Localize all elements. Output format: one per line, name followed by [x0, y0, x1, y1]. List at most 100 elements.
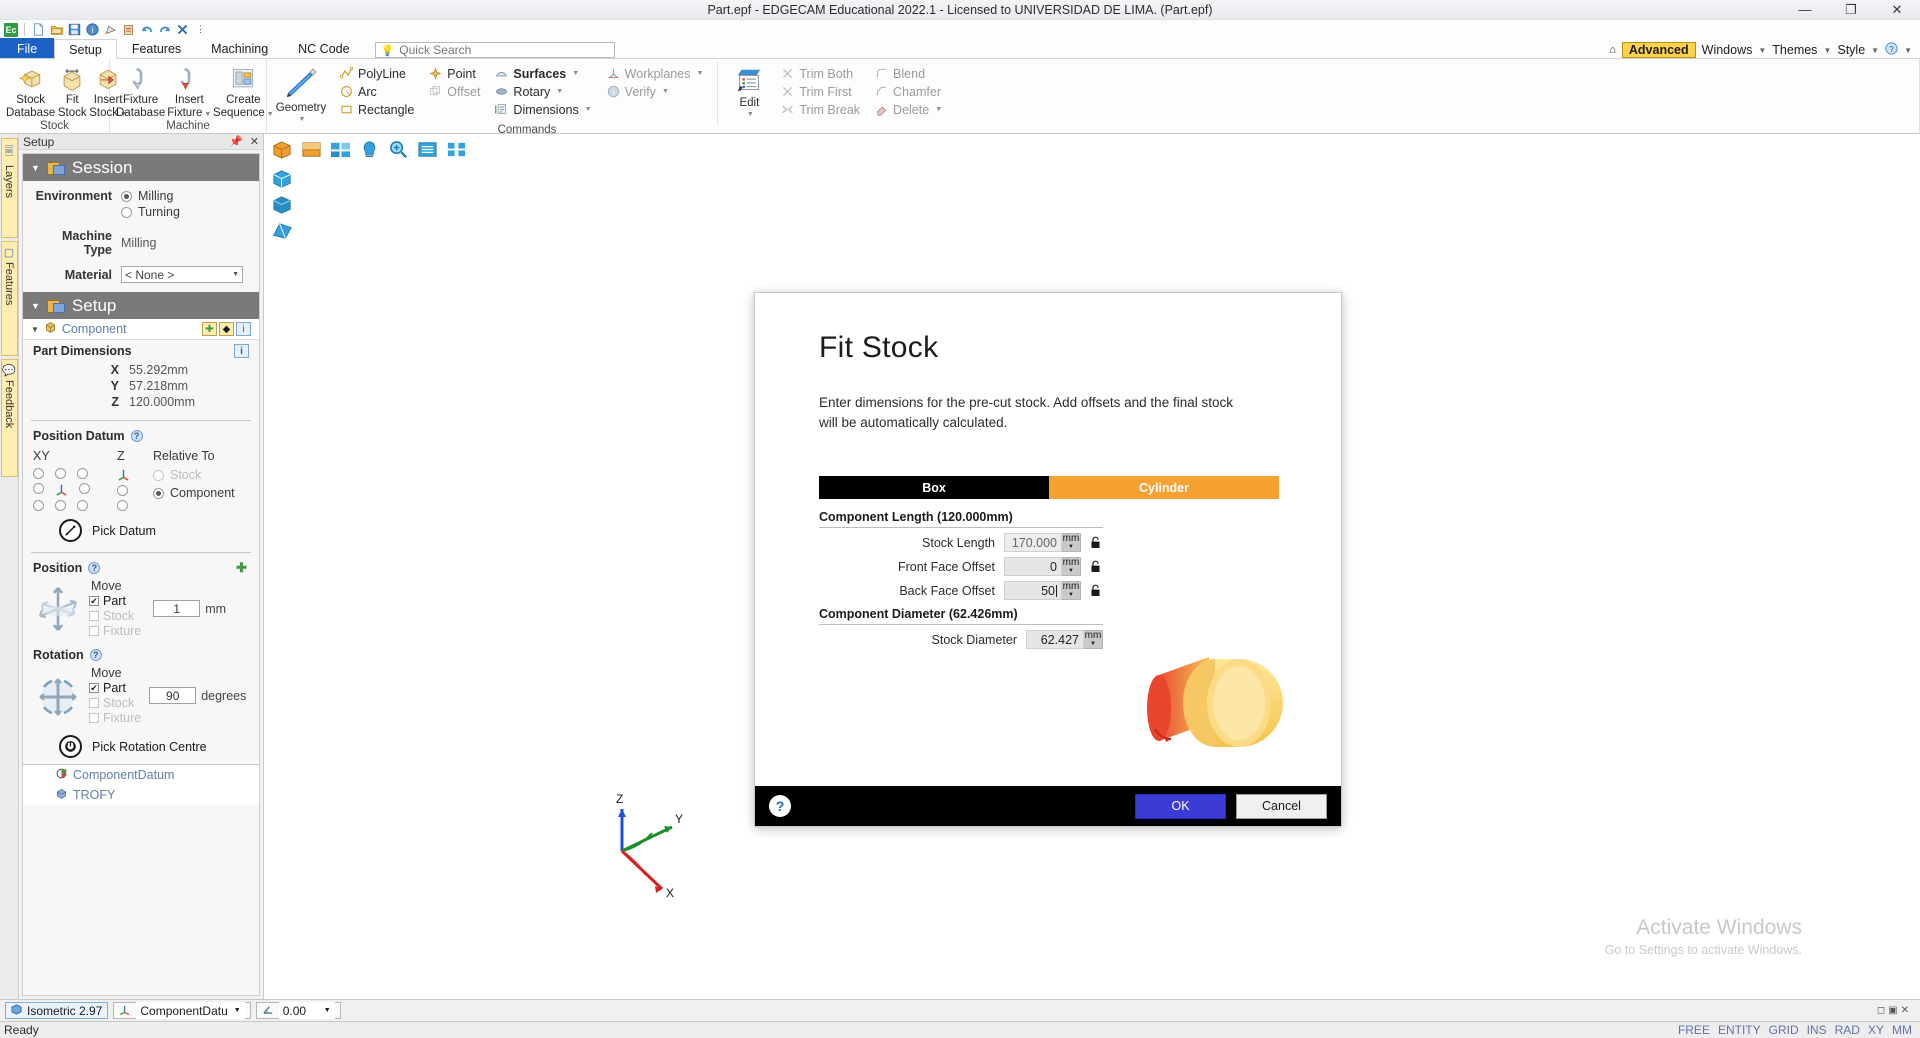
status-ins[interactable]: INS: [1807, 1023, 1827, 1037]
stock-database-button[interactable]: Stock Database: [6, 62, 55, 119]
back-face-offset-unit-chevron-down-icon[interactable]: ▼: [1068, 591, 1074, 600]
stock-length-unit-select[interactable]: mm ▼: [1062, 533, 1081, 553]
save-icon[interactable]: [67, 22, 82, 37]
setup-collapse-chevron-icon[interactable]: ▼: [31, 301, 40, 311]
back-face-offset-lock-icon[interactable]: [1088, 584, 1103, 597]
surfaces-chevron-down-icon[interactable]: ▼: [572, 70, 579, 77]
datum-xy-r1c3[interactable]: [77, 468, 88, 479]
status-xy[interactable]: XY: [1868, 1023, 1884, 1037]
insert-fixture-chevron-down-icon[interactable]: ▼: [204, 111, 211, 118]
create-sequence-button[interactable]: Create Sequence ▼: [213, 62, 274, 120]
setup-section-header[interactable]: ▼ Setup: [23, 292, 259, 319]
component-move-button[interactable]: ✚: [202, 322, 217, 336]
position-check-stock[interactable]: Stock: [89, 609, 141, 623]
angle-select[interactable]: 0.00 ▼: [278, 1002, 335, 1019]
back-face-offset-unit-select[interactable]: mm ▼: [1062, 581, 1081, 601]
position-checkbox-stock-icon[interactable]: [89, 611, 99, 621]
minimize-button[interactable]: —: [1782, 0, 1828, 19]
undo-icon[interactable]: [139, 22, 154, 37]
search-box[interactable]: 💡 Quick Search: [374, 42, 615, 58]
position-checkbox-fixture-icon[interactable]: [89, 626, 99, 636]
windows-menu[interactable]: Windows: [1702, 43, 1753, 57]
rotation-checkbox-part-icon[interactable]: ✔: [89, 683, 99, 693]
info-icon[interactable]: i: [85, 22, 100, 37]
status-entity[interactable]: ENTITY: [1718, 1023, 1761, 1037]
window-tile-icon[interactable]: ▣: [1888, 1005, 1897, 1016]
help-icon[interactable]: ?: [1885, 42, 1898, 58]
status-rad[interactable]: RAD: [1835, 1023, 1860, 1037]
point-button[interactable]: Point: [424, 65, 484, 82]
style-menu[interactable]: Style: [1837, 43, 1865, 57]
help-chevron-down-icon[interactable]: ▼: [1904, 46, 1912, 55]
environment-radio-milling[interactable]: [121, 190, 132, 202]
paste-icon[interactable]: [121, 22, 136, 37]
rotation-checkbox-stock-icon[interactable]: [89, 698, 99, 708]
maximize-button[interactable]: ❐: [1828, 0, 1874, 19]
front-face-offset-unit-select[interactable]: mm ▼: [1062, 557, 1081, 577]
style-chevron-down-icon[interactable]: ▼: [1871, 46, 1879, 55]
redo-icon[interactable]: [157, 22, 172, 37]
close-button[interactable]: ✕: [1874, 0, 1920, 19]
trim-first-button[interactable]: Trim First: [776, 83, 864, 100]
datum-xy-r1c2[interactable]: [55, 468, 66, 479]
advanced-mode-badge[interactable]: Advanced: [1621, 42, 1696, 58]
trim-both-button[interactable]: Trim Both: [776, 65, 864, 82]
component-datum-button[interactable]: ◆: [219, 322, 234, 336]
datum-xy-r3c3[interactable]: [77, 500, 88, 511]
datum-z-axis-indicator-icon[interactable]: [117, 468, 130, 481]
verify-chevron-down-icon[interactable]: ▼: [662, 88, 669, 95]
tab-features[interactable]: Features: [117, 38, 196, 58]
blend-button[interactable]: Blend: [870, 65, 946, 82]
windows-chevron-down-icon[interactable]: ▼: [1758, 46, 1766, 55]
surfaces-button[interactable]: Surfaces ▼: [490, 65, 595, 82]
status-mm[interactable]: MM: [1892, 1023, 1912, 1037]
datum-item[interactable]: ComponentDatu ▼: [113, 1002, 251, 1019]
stock-diameter-unit-select[interactable]: mm ▼: [1084, 630, 1103, 650]
geometry-button[interactable]: Geometry ▼: [273, 62, 329, 123]
themes-chevron-down-icon[interactable]: ▼: [1823, 46, 1831, 55]
datum-xy-r3c2[interactable]: [55, 500, 66, 511]
stock-diameter-input[interactable]: 62.427: [1026, 630, 1084, 650]
pick-icon[interactable]: [103, 22, 118, 37]
rotary-button[interactable]: Rotary ▼: [490, 83, 595, 100]
delete-icon[interactable]: [175, 22, 190, 37]
open-folder-icon[interactable]: [49, 22, 64, 37]
overflow-icon[interactable]: ⋮: [193, 22, 208, 37]
position-check-fixture[interactable]: Fixture: [89, 624, 141, 638]
dock-tab-features[interactable]: ▢ Features: [0, 241, 18, 356]
position-datum-help-icon[interactable]: ?: [130, 430, 143, 442]
datum-z-r3[interactable]: [117, 500, 128, 511]
new-document-icon[interactable]: [31, 22, 46, 37]
stock-length-unit-chevron-down-icon[interactable]: ▼: [1068, 543, 1074, 552]
relative-radio-component[interactable]: [153, 487, 164, 499]
pin-icon[interactable]: 📌: [229, 135, 243, 148]
themes-menu[interactable]: Themes: [1772, 43, 1817, 57]
insert-fixture-button[interactable]: Insert Fixture ▼: [167, 62, 211, 120]
position-check-part[interactable]: ✔ Part: [89, 594, 141, 608]
component-expand-chevron-icon[interactable]: ▼: [31, 325, 39, 334]
position-checkbox-part-icon[interactable]: ✔: [89, 596, 99, 606]
position-add-button[interactable]: ✚: [234, 560, 249, 575]
workplanes-chevron-down-icon[interactable]: ▼: [696, 70, 703, 77]
tab-machining[interactable]: Machining: [196, 38, 283, 58]
fixture-database-button[interactable]: Fixture Database: [116, 62, 165, 119]
part-dimensions-info-button[interactable]: i: [234, 344, 249, 358]
front-face-offset-lock-icon[interactable]: [1088, 560, 1103, 573]
material-select[interactable]: < None > ▼: [121, 266, 243, 283]
angle-item[interactable]: 0.00 ▼: [255, 1002, 341, 1019]
tab-setup[interactable]: Setup: [54, 39, 117, 59]
status-grid[interactable]: GRID: [1769, 1023, 1799, 1037]
rotation-check-part[interactable]: ✔ Part: [89, 681, 141, 695]
datum-select[interactable]: ComponentDatu ▼: [136, 1002, 245, 1019]
rotary-chevron-down-icon[interactable]: ▼: [556, 88, 563, 95]
trim-break-button[interactable]: Trim Break: [776, 101, 864, 118]
home-icon[interactable]: ⌂: [1609, 44, 1616, 56]
dock-tab-layers[interactable]: 🗏 Layers: [0, 138, 18, 238]
datum-xy-r2c3[interactable]: [79, 483, 90, 494]
rectangle-button[interactable]: Rectangle: [335, 101, 418, 118]
session-collapse-chevron-icon[interactable]: ▼: [31, 163, 40, 173]
stock-diameter-unit-chevron-down-icon[interactable]: ▼: [1090, 640, 1096, 649]
workplanes-button[interactable]: Workplanes ▼: [602, 65, 708, 82]
dimensions-button[interactable]: Dimensions ▼: [490, 101, 595, 118]
tree-item-trofy[interactable]: TROFY: [23, 785, 259, 805]
